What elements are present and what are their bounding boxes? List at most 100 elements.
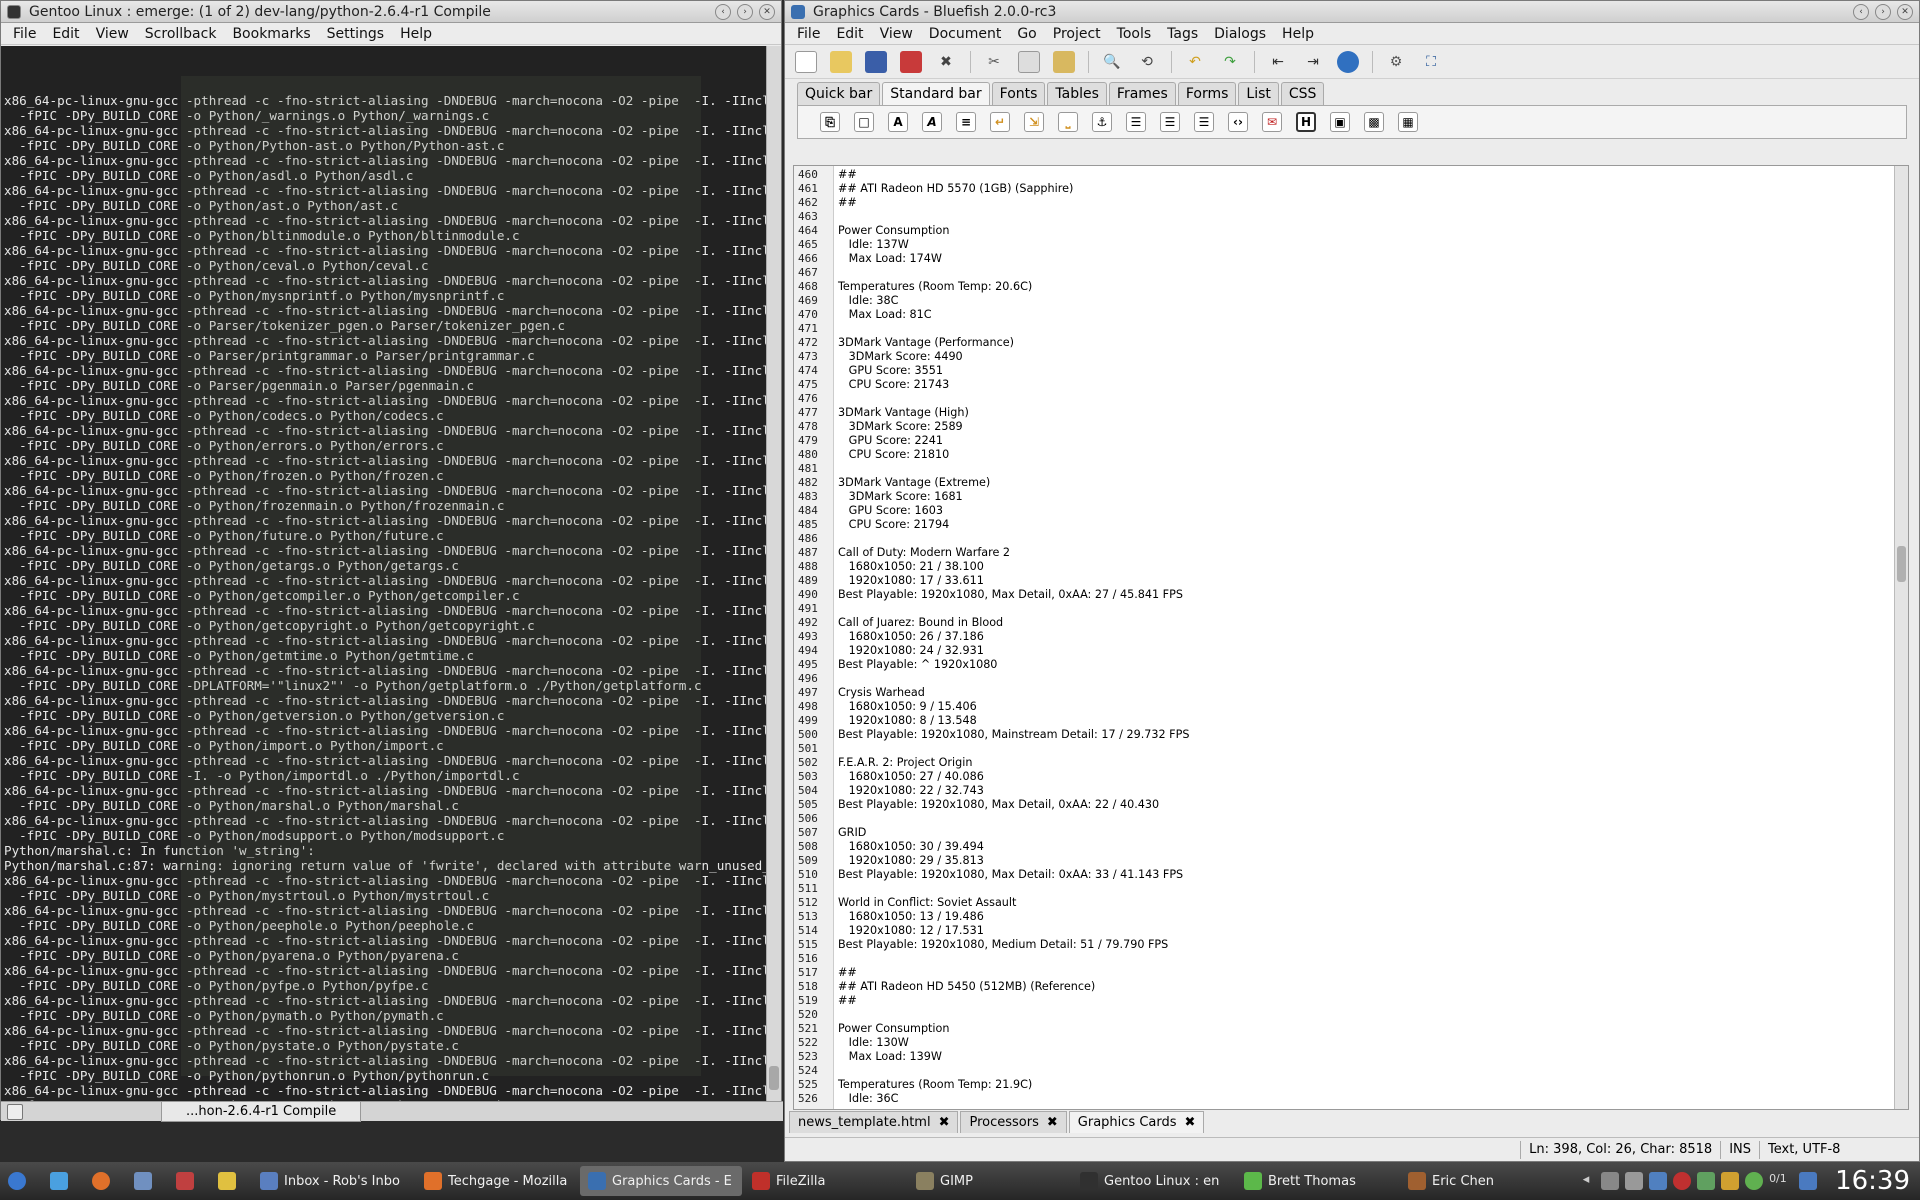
taskbar-item[interactable]: Inbox - Rob's Inbo <box>252 1166 414 1196</box>
close-icon[interactable]: ✕ <box>759 3 775 20</box>
tray-app-icon[interactable] <box>1649 1172 1668 1190</box>
scrollbar-thumb[interactable] <box>769 1066 779 1090</box>
terminal-window[interactable]: Gentoo Linux : emerge: (1 of 2) dev-lang… <box>0 0 783 1122</box>
toolbar-tab-list[interactable]: List <box>1238 82 1279 105</box>
menu-item-tags[interactable]: Tags <box>1159 26 1206 42</box>
toolbar-tab-fonts[interactable]: Fonts <box>991 82 1046 105</box>
anchor-icon[interactable]: ⚓ <box>1092 112 1112 132</box>
menu-item-file[interactable]: File <box>5 26 44 42</box>
code-text[interactable]: ## ## ATI Radeon HD 5570 (1GB) (Sapphire)… <box>838 166 1892 1106</box>
save-as-icon[interactable] <box>900 50 922 73</box>
network-icon[interactable] <box>1697 1172 1716 1190</box>
align-center-icon[interactable]: ☰ <box>1160 112 1180 132</box>
paste-icon[interactable] <box>1053 50 1075 73</box>
heading-icon[interactable]: H <box>1296 112 1316 132</box>
menu-item-tools[interactable]: Tools <box>1109 26 1160 42</box>
bold-icon[interactable]: A <box>888 112 908 132</box>
thumbnail-icon[interactable]: ▩ <box>1364 112 1384 132</box>
tray-arrow-icon[interactable]: ◂ <box>1577 1172 1595 1190</box>
quicklaunch-files[interactable] <box>126 1166 166 1196</box>
break-icon[interactable]: ↵ <box>990 112 1010 132</box>
menu-item-dialogs[interactable]: Dialogs <box>1206 26 1274 42</box>
document-tab[interactable]: news_template.html ✖ <box>789 1111 959 1134</box>
quicklaunch-dolphin[interactable] <box>42 1166 82 1196</box>
scrollbar-thumb[interactable] <box>1897 546 1906 582</box>
menu-item-file[interactable]: File <box>789 26 828 42</box>
toolbar-tab-standard-bar[interactable]: Standard bar <box>882 82 990 105</box>
quicklaunch-abc[interactable] <box>168 1166 208 1196</box>
menu-item-go[interactable]: Go <box>1009 26 1044 42</box>
pager[interactable]: 0/1 <box>1769 1172 1793 1190</box>
quickstart-icon[interactable]: ⎘ <box>820 112 840 132</box>
unindent-icon[interactable]: ⇤ <box>1267 51 1289 73</box>
toolbar-tab-css[interactable]: CSS <box>1280 82 1325 105</box>
preview-browser-icon[interactable] <box>1337 50 1359 73</box>
replace-icon[interactable]: ⟲ <box>1136 51 1158 73</box>
tray-chat-icon[interactable] <box>1745 1172 1764 1190</box>
menu-item-edit[interactable]: Edit <box>44 26 87 42</box>
menu-item-view[interactable]: View <box>872 26 921 42</box>
quicklaunch-notes[interactable] <box>210 1166 250 1196</box>
volume-icon[interactable] <box>1625 1172 1644 1190</box>
kde-menu-button[interactable] <box>0 1166 40 1196</box>
terminal-output[interactable]: x86_64-pc-linux-gnu-gcc -pthread -c -fno… <box>1 46 767 1101</box>
find-icon[interactable]: 🔍 <box>1101 51 1123 73</box>
minimize-icon[interactable]: ‹ <box>715 3 731 20</box>
bluefish-window[interactable]: Graphics Cards - Bluefish 2.0.0-rc3 ‹ › … <box>784 0 1920 1162</box>
redo-icon[interactable]: ↷ <box>1219 51 1241 73</box>
italic-icon[interactable]: A <box>922 112 942 132</box>
terminal-scrollbar[interactable] <box>766 46 781 1101</box>
close-file-icon[interactable]: ✖ <box>935 51 957 73</box>
bluefish-titlebar[interactable]: Graphics Cards - Bluefish 2.0.0-rc3 ‹ › … <box>785 1 1919 23</box>
multi-thumbnail-icon[interactable]: ▦ <box>1398 112 1418 132</box>
document-tab[interactable]: Graphics Cards ✖ <box>1068 1111 1205 1134</box>
taskbar-item[interactable]: Techgage - Mozilla <box>416 1166 578 1196</box>
maximize-icon[interactable]: › <box>737 3 753 20</box>
taskbar-item[interactable]: Graphics Cards - E <box>580 1166 742 1196</box>
open-file-icon[interactable] <box>830 50 852 73</box>
menu-item-scrollback[interactable]: Scrollback <box>137 26 225 42</box>
menu-item-help[interactable]: Help <box>392 26 440 42</box>
close-tab-icon[interactable]: ✖ <box>939 1112 950 1134</box>
taskbar-item[interactable]: Brett Thomas <box>1236 1166 1398 1196</box>
preferences-icon[interactable]: ⚙ <box>1385 51 1407 73</box>
terminal-titlebar[interactable]: Gentoo Linux : emerge: (1 of 2) dev-lang… <box>1 1 781 23</box>
undo-icon[interactable]: ↶ <box>1184 51 1206 73</box>
align-right-icon[interactable]: ☰ <box>1194 112 1214 132</box>
taskbar-item[interactable]: Gentoo Linux : en <box>1072 1166 1234 1196</box>
new-tab-icon[interactable] <box>7 1104 23 1120</box>
nbsp-icon[interactable]: ⎵ <box>1058 112 1078 132</box>
menu-item-settings[interactable]: Settings <box>319 26 392 42</box>
editor-scrollbar[interactable] <box>1894 166 1908 1109</box>
menu-item-edit[interactable]: Edit <box>828 26 871 42</box>
body-icon[interactable]: □ <box>854 112 874 132</box>
menu-item-view[interactable]: View <box>88 26 137 42</box>
toolbar-tab-quick-bar[interactable]: Quick bar <box>797 82 881 105</box>
menu-item-bookmarks[interactable]: Bookmarks <box>224 26 318 42</box>
cut-icon[interactable]: ✂ <box>983 51 1005 73</box>
encoding[interactable]: Text, UTF-8 <box>1759 1140 1919 1159</box>
taskbar-item[interactable]: GIMP <box>908 1166 1070 1196</box>
tray-tools-icon[interactable] <box>1721 1172 1740 1190</box>
maximize-icon[interactable]: › <box>1875 3 1891 20</box>
save-icon[interactable] <box>865 50 887 73</box>
menu-item-help[interactable]: Help <box>1274 26 1322 42</box>
insert-image-icon[interactable]: ▣ <box>1330 112 1350 132</box>
taskbar-item[interactable]: Eric Chen <box>1400 1166 1562 1196</box>
indent-icon[interactable]: ⇥ <box>1302 51 1324 73</box>
show-desktop-icon[interactable] <box>1799 1172 1818 1190</box>
toolbar-tab-frames[interactable]: Frames <box>1108 82 1176 105</box>
close-tab-icon[interactable]: ✖ <box>1185 1112 1196 1134</box>
clock[interactable]: 16:39 <box>1835 1166 1910 1196</box>
menu-item-document[interactable]: Document <box>921 26 1010 42</box>
close-icon[interactable]: ✕ <box>1897 3 1913 20</box>
menu-item-project[interactable]: Project <box>1045 26 1109 42</box>
new-file-icon[interactable] <box>795 50 817 73</box>
tray-clipboard-icon[interactable] <box>1601 1172 1620 1190</box>
code-editor[interactable]: 460 461 462 463 464 465 466 467 468 469 470 471 472 4… <box>793 165 1909 1110</box>
document-tab[interactable]: Processors ✖ <box>960 1111 1067 1133</box>
align-left-icon[interactable]: ☰ <box>1126 112 1146 132</box>
tray-alert-icon[interactable] <box>1673 1172 1692 1190</box>
insert-mode[interactable]: INS <box>1720 1140 1759 1159</box>
taskbar-item[interactable]: FileZilla <box>744 1166 906 1196</box>
